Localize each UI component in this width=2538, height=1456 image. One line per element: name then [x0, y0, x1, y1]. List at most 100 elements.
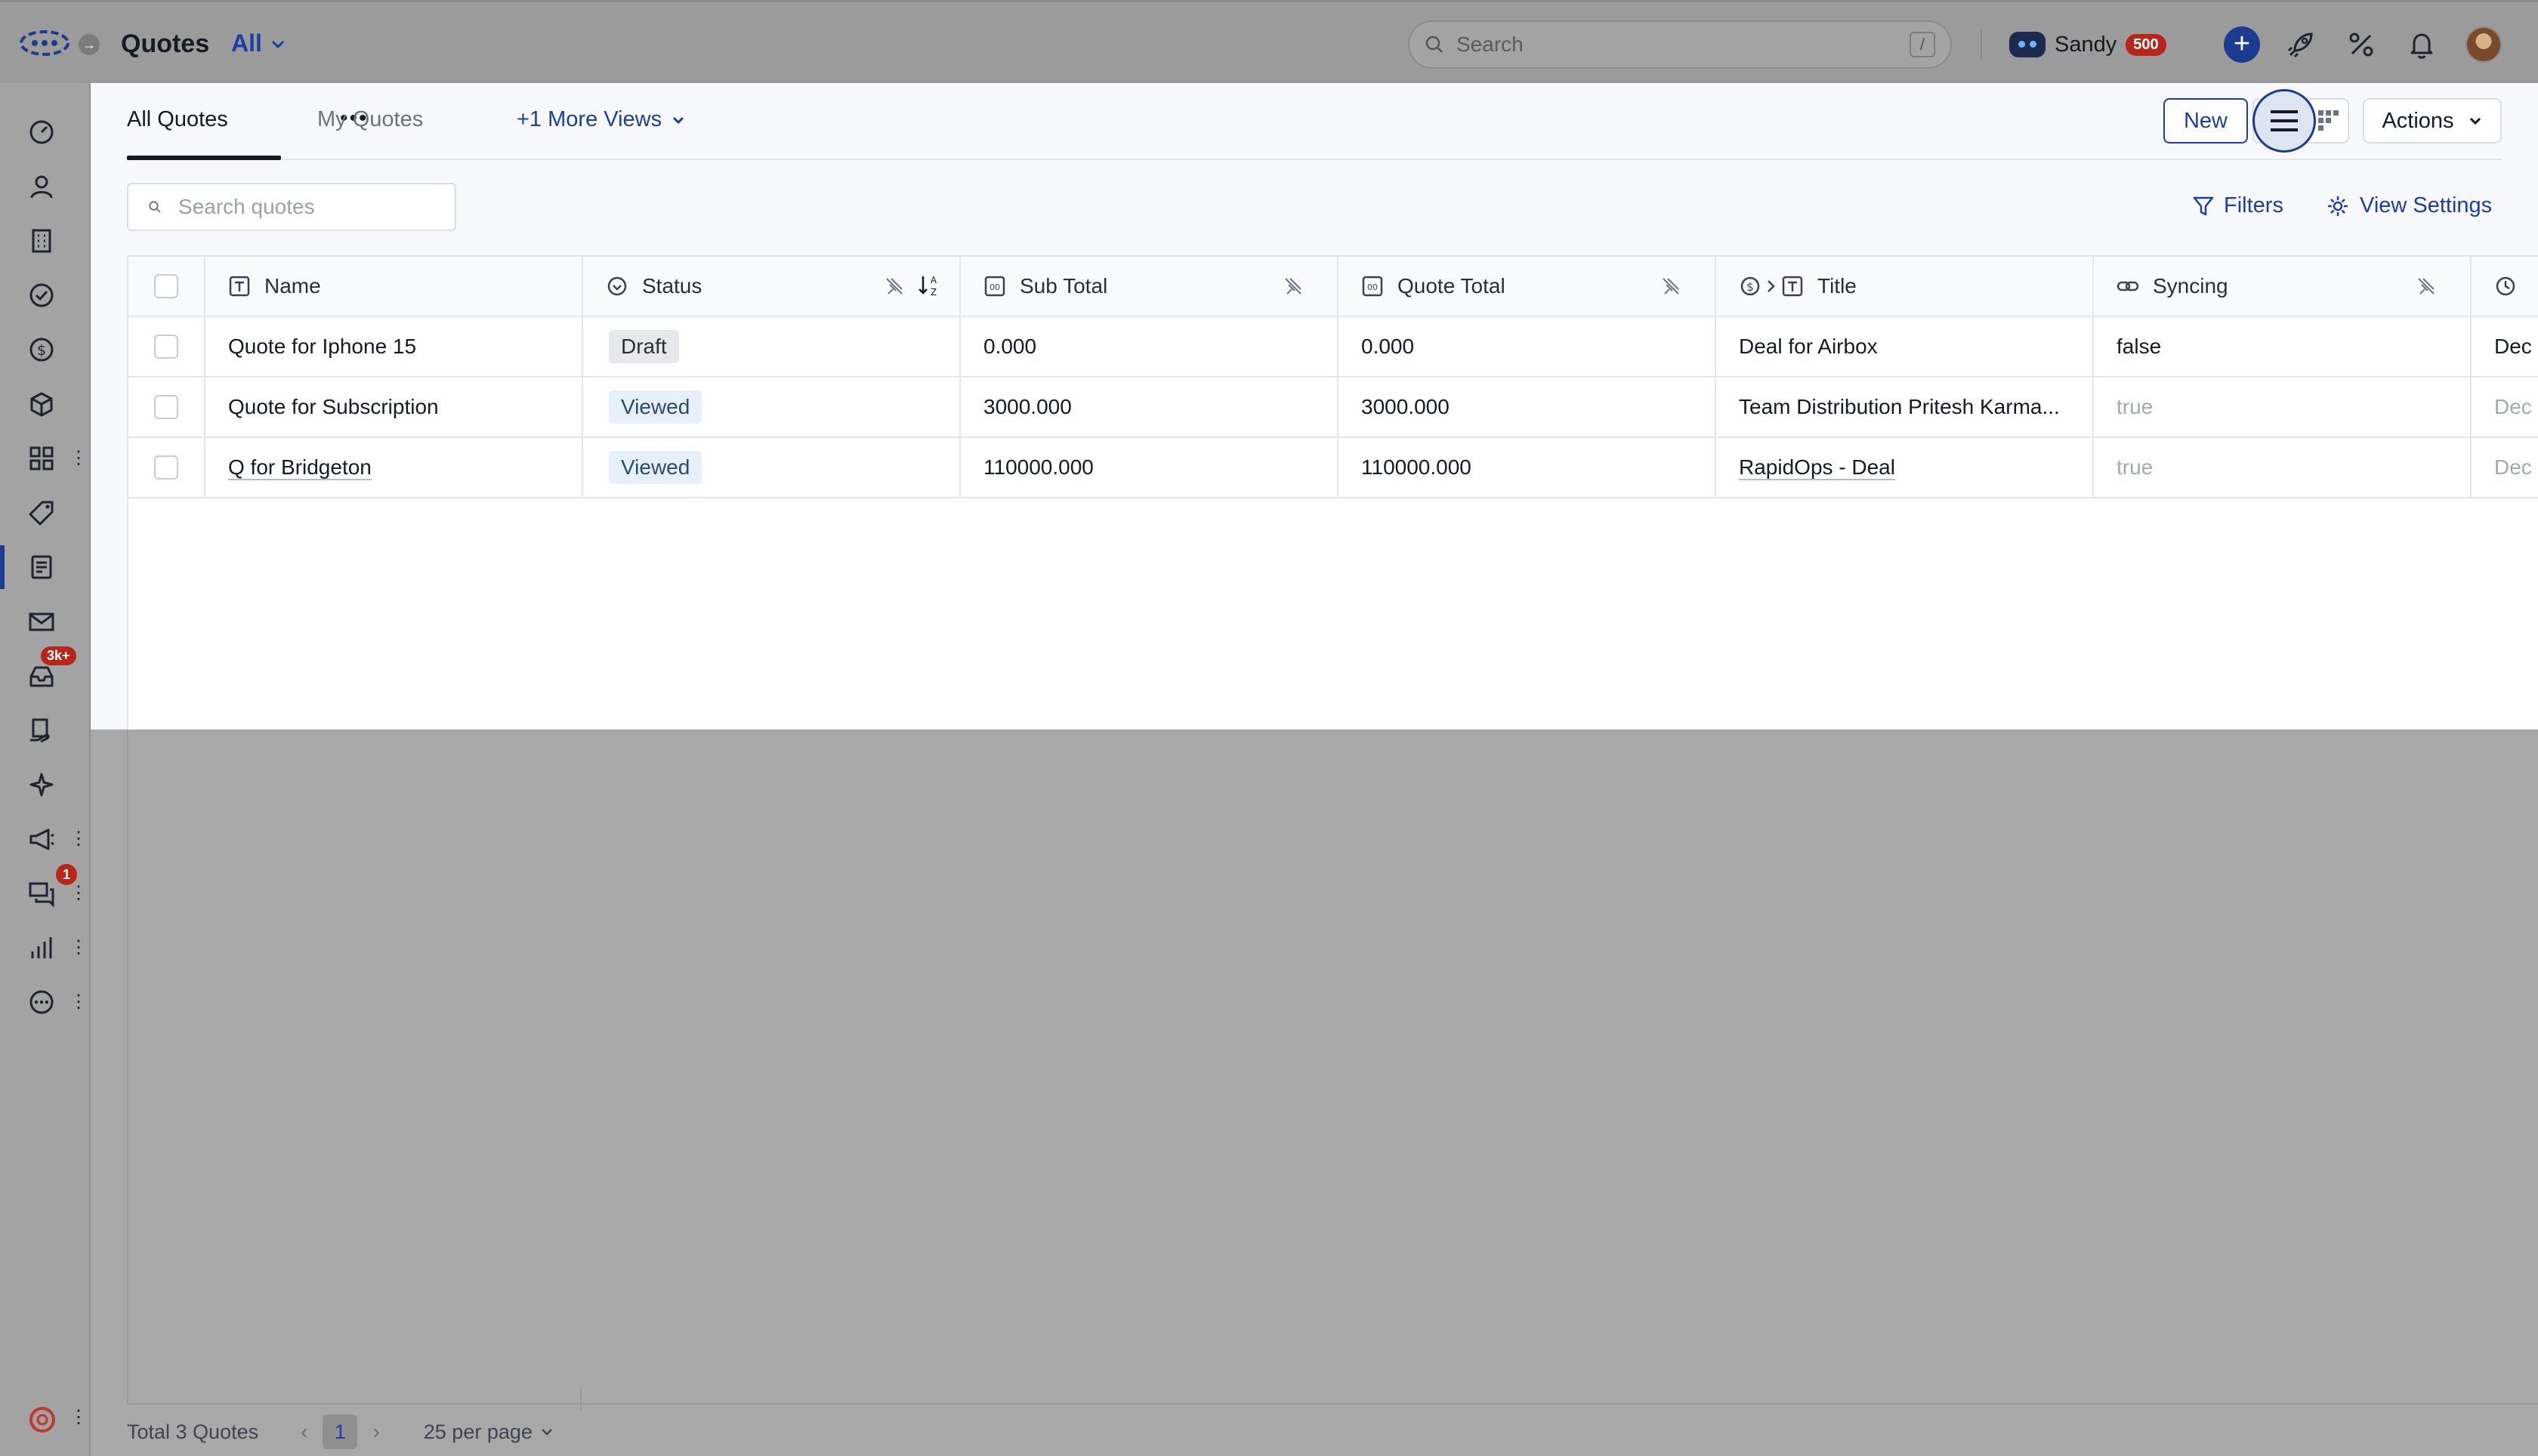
unpin-column-icon[interactable]	[2416, 276, 2437, 297]
quotes-search-input[interactable]	[178, 195, 435, 219]
quote-name-cell[interactable]: Quote for Iphone 15	[205, 317, 583, 376]
scope-dropdown[interactable]: All	[231, 29, 286, 57]
sidebar-item-contacts[interactable]	[0, 162, 91, 211]
kebab-menu-icon[interactable]: ⋮	[69, 447, 88, 470]
sidebar-item-reports[interactable]: ⋮	[0, 923, 91, 973]
column-header-quote-total[interactable]: 00 Quote Total	[1338, 257, 1716, 316]
quote-name-cell[interactable]: Q for Bridgeton	[205, 438, 583, 497]
column-label-status: Status	[642, 274, 702, 298]
quote-total-cell: 110000.000	[1338, 438, 1716, 497]
title-cell[interactable]: Deal for Airbox	[1716, 317, 2094, 376]
quotes-search-field[interactable]	[127, 183, 456, 231]
sort-az-icon[interactable]: AZ	[917, 273, 940, 298]
select-all-checkbox[interactable]	[154, 274, 178, 298]
quote-name[interactable]: Quote for Subscription	[205, 395, 439, 419]
sidebar-item-tags[interactable]	[0, 488, 91, 538]
rocket-icon[interactable]	[2284, 28, 2317, 61]
tab-all-quotes[interactable]: All Quotes	[127, 107, 228, 132]
percent-tools-icon[interactable]	[2345, 28, 2378, 61]
unpin-column-icon[interactable]	[1660, 276, 1681, 297]
user-icon	[30, 175, 53, 199]
sidebar-item-dashboard[interactable]	[0, 107, 91, 157]
sidebar-item-inbox[interactable]: 3k+	[0, 646, 91, 701]
column-header-title[interactable]: $ Title	[1716, 257, 2094, 316]
global-search-input[interactable]: Search /	[1408, 20, 1952, 69]
sidebar-item-payments[interactable]	[0, 705, 91, 755]
view-settings-button[interactable]: View Settings	[2326, 193, 2492, 218]
sidebar-item-quotes[interactable]	[0, 542, 91, 592]
table-row[interactable]: Quote for Iphone 15 Draft 0.000 0.000 De…	[128, 317, 2538, 378]
column-header-date[interactable]	[2472, 257, 2538, 316]
kebab-menu-icon[interactable]: ⋮	[69, 1406, 88, 1428]
search-shortcut-key: /	[1910, 32, 1935, 57]
quick-add-button[interactable]: +	[2224, 26, 2260, 63]
filter-icon	[2193, 196, 2214, 215]
quote-name[interactable]: Q for Bridgeton	[205, 455, 372, 480]
new-quote-button[interactable]: New	[2163, 98, 2248, 143]
quote-name-cell[interactable]: Quote for Subscription	[205, 378, 583, 436]
deal-title-link[interactable]: RapidOps - Deal	[1716, 455, 1895, 480]
actions-dropdown[interactable]: Actions	[2363, 98, 2502, 143]
current-page-button[interactable]: 1	[323, 1414, 358, 1449]
user-avatar[interactable]	[2465, 26, 2502, 63]
row-checkbox[interactable]	[154, 455, 178, 480]
quote-total-value: 0.000	[1361, 335, 1415, 358]
status-cell: Viewed	[583, 438, 961, 497]
top-bar: → Quotes All Search / Sandy 500 +	[0, 0, 2538, 83]
deal-title-link[interactable]: Team Distribution Pritesh Karma...	[1716, 395, 2060, 419]
inbox-icon	[29, 666, 54, 687]
per-page-dropdown[interactable]: 25 per page	[424, 1421, 554, 1444]
syncing-value: false	[2117, 335, 2162, 358]
sidebar-item-email[interactable]	[0, 597, 91, 646]
number-field-icon: 00	[984, 276, 1005, 297]
app-logo-icon[interactable]	[18, 28, 71, 58]
svg-text:00: 00	[1367, 282, 1378, 292]
bell-icon[interactable]	[2405, 28, 2438, 61]
column-label-title: Title	[1817, 274, 1857, 298]
sidebar-item-apps[interactable]: ⋮	[0, 433, 91, 483]
column-header-sub-total[interactable]: 00 Sub Total	[961, 257, 1338, 316]
sidebar-item-conversations[interactable]: 1 ⋮	[0, 864, 91, 918]
list-view-button[interactable]	[2252, 89, 2316, 153]
expand-sidebar-icon[interactable]: →	[79, 34, 100, 55]
kebab-menu-icon[interactable]: ⋮	[69, 991, 88, 1013]
status-badge: Draft	[609, 330, 679, 363]
title-cell[interactable]: Team Distribution Pritesh Karma...	[1716, 378, 2094, 436]
quote-name[interactable]: Quote for Iphone 15	[205, 335, 416, 359]
row-checkbox[interactable]	[154, 395, 178, 419]
chevron-right-icon	[1768, 280, 1775, 292]
previous-page-icon[interactable]: ‹	[301, 1420, 307, 1444]
next-page-icon[interactable]: ›	[372, 1420, 379, 1444]
user-credits-chip[interactable]: Sandy 500	[2009, 26, 2166, 63]
title-cell[interactable]: RapidOps - Deal	[1716, 438, 2094, 497]
column-header-name[interactable]: Name	[205, 257, 583, 316]
column-header-status[interactable]: Status AZ	[583, 257, 961, 316]
kebab-menu-icon[interactable]: ⋮	[69, 882, 88, 905]
kebab-menu-icon[interactable]: ⋮	[69, 936, 88, 959]
table-row[interactable]: Quote for Subscription Viewed 3000.000 3…	[128, 378, 2538, 438]
sidebar-item-deals[interactable]: $	[0, 325, 91, 375]
check-circle-icon	[29, 283, 54, 307]
kanban-view-icon[interactable]	[2316, 107, 2342, 133]
global-search-placeholder: Search	[1456, 32, 1524, 56]
deal-title-link[interactable]: Deal for Airbox	[1716, 335, 1878, 359]
active-tab-indicator	[127, 156, 281, 160]
more-views-dropdown[interactable]: +1 More Views	[517, 107, 686, 132]
tab-my-quotes[interactable]: My Quotes	[317, 107, 423, 132]
table-row[interactable]: Q for Bridgeton Viewed 110000.000 110000…	[128, 438, 2538, 498]
sidebar-item-more[interactable]: ⋮	[0, 977, 91, 1027]
filters-button[interactable]: Filters	[2192, 193, 2283, 218]
text-field-icon	[1782, 276, 1803, 297]
sidebar-item-campaigns[interactable]: ⋮	[0, 814, 91, 864]
sidebar-item-companies[interactable]	[0, 216, 91, 266]
unpin-column-icon[interactable]	[884, 276, 905, 297]
kebab-menu-icon[interactable]: ⋮	[69, 828, 88, 850]
column-header-syncing[interactable]: Syncing	[2094, 257, 2472, 316]
unpin-column-icon[interactable]	[1283, 276, 1304, 297]
help-lifebuoy-icon[interactable]	[27, 1405, 57, 1435]
sidebar-item-tasks[interactable]	[0, 270, 91, 320]
sidebar-item-products[interactable]	[0, 379, 91, 429]
sub-total-value: 0.000	[983, 335, 1037, 358]
row-checkbox[interactable]	[154, 335, 178, 359]
sidebar-item-ai[interactable]	[0, 760, 91, 810]
